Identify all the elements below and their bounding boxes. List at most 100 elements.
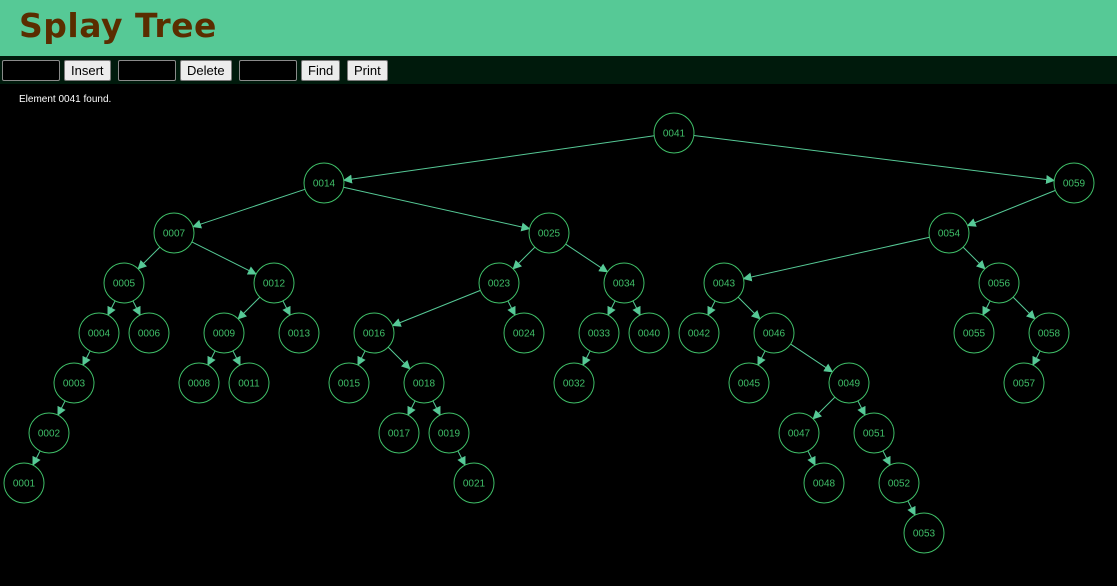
tree-node-0021: 0021 <box>453 462 495 504</box>
tree-node-0033: 0033 <box>578 312 620 354</box>
tree-node-0005: 0005 <box>103 262 145 304</box>
tree-edges <box>32 135 1056 516</box>
tree-node-label: 0056 <box>988 279 1011 290</box>
tree-node-0017: 0017 <box>378 412 420 454</box>
tree-node-0025: 0025 <box>528 212 570 254</box>
tree-node-label: 0051 <box>863 429 886 440</box>
tree-node-0002: 0002 <box>28 412 70 454</box>
tree-edge-0034-0033 <box>607 300 616 316</box>
tree-node-label: 0055 <box>963 329 986 340</box>
tree-node-0019: 0019 <box>428 412 470 454</box>
tree-node-0007: 0007 <box>153 212 195 254</box>
tree-node-0058: 0058 <box>1028 312 1070 354</box>
tree-edge-0014-0025 <box>343 186 531 232</box>
tree-node-0045: 0045 <box>728 362 770 404</box>
tree-node-0013: 0013 <box>278 312 320 354</box>
tree-node-0034: 0034 <box>603 262 645 304</box>
tree-node-0012: 0012 <box>253 262 295 304</box>
tree-node-label: 0042 <box>688 329 711 340</box>
tree-node-label: 0007 <box>163 229 186 240</box>
tree-node-label: 0009 <box>213 329 236 340</box>
tree-node-0048: 0048 <box>803 462 845 504</box>
tree-node-0003: 0003 <box>53 362 95 404</box>
tree-edge-0054-0056 <box>962 246 986 270</box>
tree-node-0042: 0042 <box>678 312 720 354</box>
tree-node-label: 0053 <box>913 529 936 540</box>
tree-node-0004: 0004 <box>78 312 120 354</box>
tree-node-label: 0003 <box>63 379 86 390</box>
tree-edge-0059-0054 <box>966 189 1056 227</box>
tree-edge-0012-0009 <box>237 296 261 320</box>
tree-node-label: 0034 <box>613 279 636 290</box>
tree-edge-0007-0005 <box>137 246 161 270</box>
tree-edge-0054-0043 <box>742 236 930 282</box>
tree-edge-0025-0023 <box>512 246 536 270</box>
tree-edge-0041-0014 <box>342 135 655 184</box>
tree-node-0041: 0041 <box>653 112 695 154</box>
tree-node-0049: 0049 <box>828 362 870 404</box>
tree-node-label: 0052 <box>888 479 911 490</box>
tree-node-0001: 0001 <box>3 462 45 504</box>
tree-node-label: 0021 <box>463 479 486 490</box>
tree-node-0043: 0043 <box>703 262 745 304</box>
tree-node-0051: 0051 <box>853 412 895 454</box>
tree-edge-0018-0019 <box>432 400 441 416</box>
tree-node-label: 0013 <box>288 329 311 340</box>
tree-edge-0034-0040 <box>632 300 641 316</box>
tree-node-label: 0006 <box>138 329 161 340</box>
tree-edge-0043-0046 <box>737 296 761 320</box>
tree-node-0008: 0008 <box>178 362 220 404</box>
tree-node-0009: 0009 <box>203 312 245 354</box>
tree-node-0055: 0055 <box>953 312 995 354</box>
tree-canvas: 0041 0014 0059 0007 0025 0054 0005 0012 0023 0034… <box>3 112 1095 554</box>
tree-node-0032: 0032 <box>553 362 595 404</box>
tree-node-label: 0045 <box>738 379 761 390</box>
tree-node-0011: 0011 <box>228 362 270 404</box>
tree-node-label: 0058 <box>1038 329 1061 340</box>
tree-nodes: 0041 0014 0059 0007 0025 0054 0005 0012 0023 0034… <box>3 112 1095 554</box>
tree-node-label: 0024 <box>513 329 536 340</box>
tree-node-0046: 0046 <box>753 312 795 354</box>
tree-node-0052: 0052 <box>878 462 920 504</box>
tree-node-label: 0005 <box>113 279 136 290</box>
tree-node-label: 0018 <box>413 379 436 390</box>
tree-edge-0023-0024 <box>507 300 516 316</box>
tree-edge-0002-0001 <box>32 450 41 466</box>
tree-node-0056: 0056 <box>978 262 1020 304</box>
tree-node-label: 0033 <box>588 329 611 340</box>
tree-node-label: 0032 <box>563 379 586 390</box>
tree-node-0057: 0057 <box>1003 362 1045 404</box>
tree-edge-0049-0051 <box>857 400 866 416</box>
tree-node-label: 0046 <box>763 329 786 340</box>
tree-edge-0019-0021 <box>457 450 466 466</box>
tree-node-0040: 0040 <box>628 312 670 354</box>
tree-node-label: 0023 <box>488 279 511 290</box>
tree-node-label: 0025 <box>538 229 561 240</box>
tree-edge-0007-0012 <box>191 241 257 275</box>
tree-edge-0012-0013 <box>282 300 291 316</box>
tree-edge-0056-0058 <box>1012 296 1036 320</box>
tree-node-label: 0015 <box>338 379 361 390</box>
tree-node-0018: 0018 <box>403 362 445 404</box>
tree-node-label: 0011 <box>238 379 260 390</box>
tree-node-0006: 0006 <box>128 312 170 354</box>
tree-edge-0046-0049 <box>790 343 834 373</box>
tree-node-0059: 0059 <box>1053 162 1095 204</box>
tree-edge-0043-0042 <box>707 300 716 316</box>
tree-node-label: 0040 <box>638 329 661 340</box>
tree-node-label: 0012 <box>263 279 286 290</box>
tree-node-label: 0043 <box>713 279 736 290</box>
tree-edge-0058-0057 <box>1032 350 1041 366</box>
tree-edge-0016-0015 <box>357 350 366 366</box>
tree-edge-0018-0017 <box>407 400 416 416</box>
tree-edge-0023-0016 <box>391 289 481 327</box>
tree-edge-0005-0004 <box>107 300 116 316</box>
tree-node-0023: 0023 <box>478 262 520 304</box>
tree-node-label: 0041 <box>663 129 686 140</box>
tree-node-label: 0004 <box>88 329 111 340</box>
tree-edge-0014-0007 <box>192 188 306 229</box>
tree-node-0016: 0016 <box>353 312 395 354</box>
tree-node-0014: 0014 <box>303 162 345 204</box>
tree-edge-0047-0048 <box>807 450 816 466</box>
tree-node-label: 0014 <box>313 179 336 190</box>
